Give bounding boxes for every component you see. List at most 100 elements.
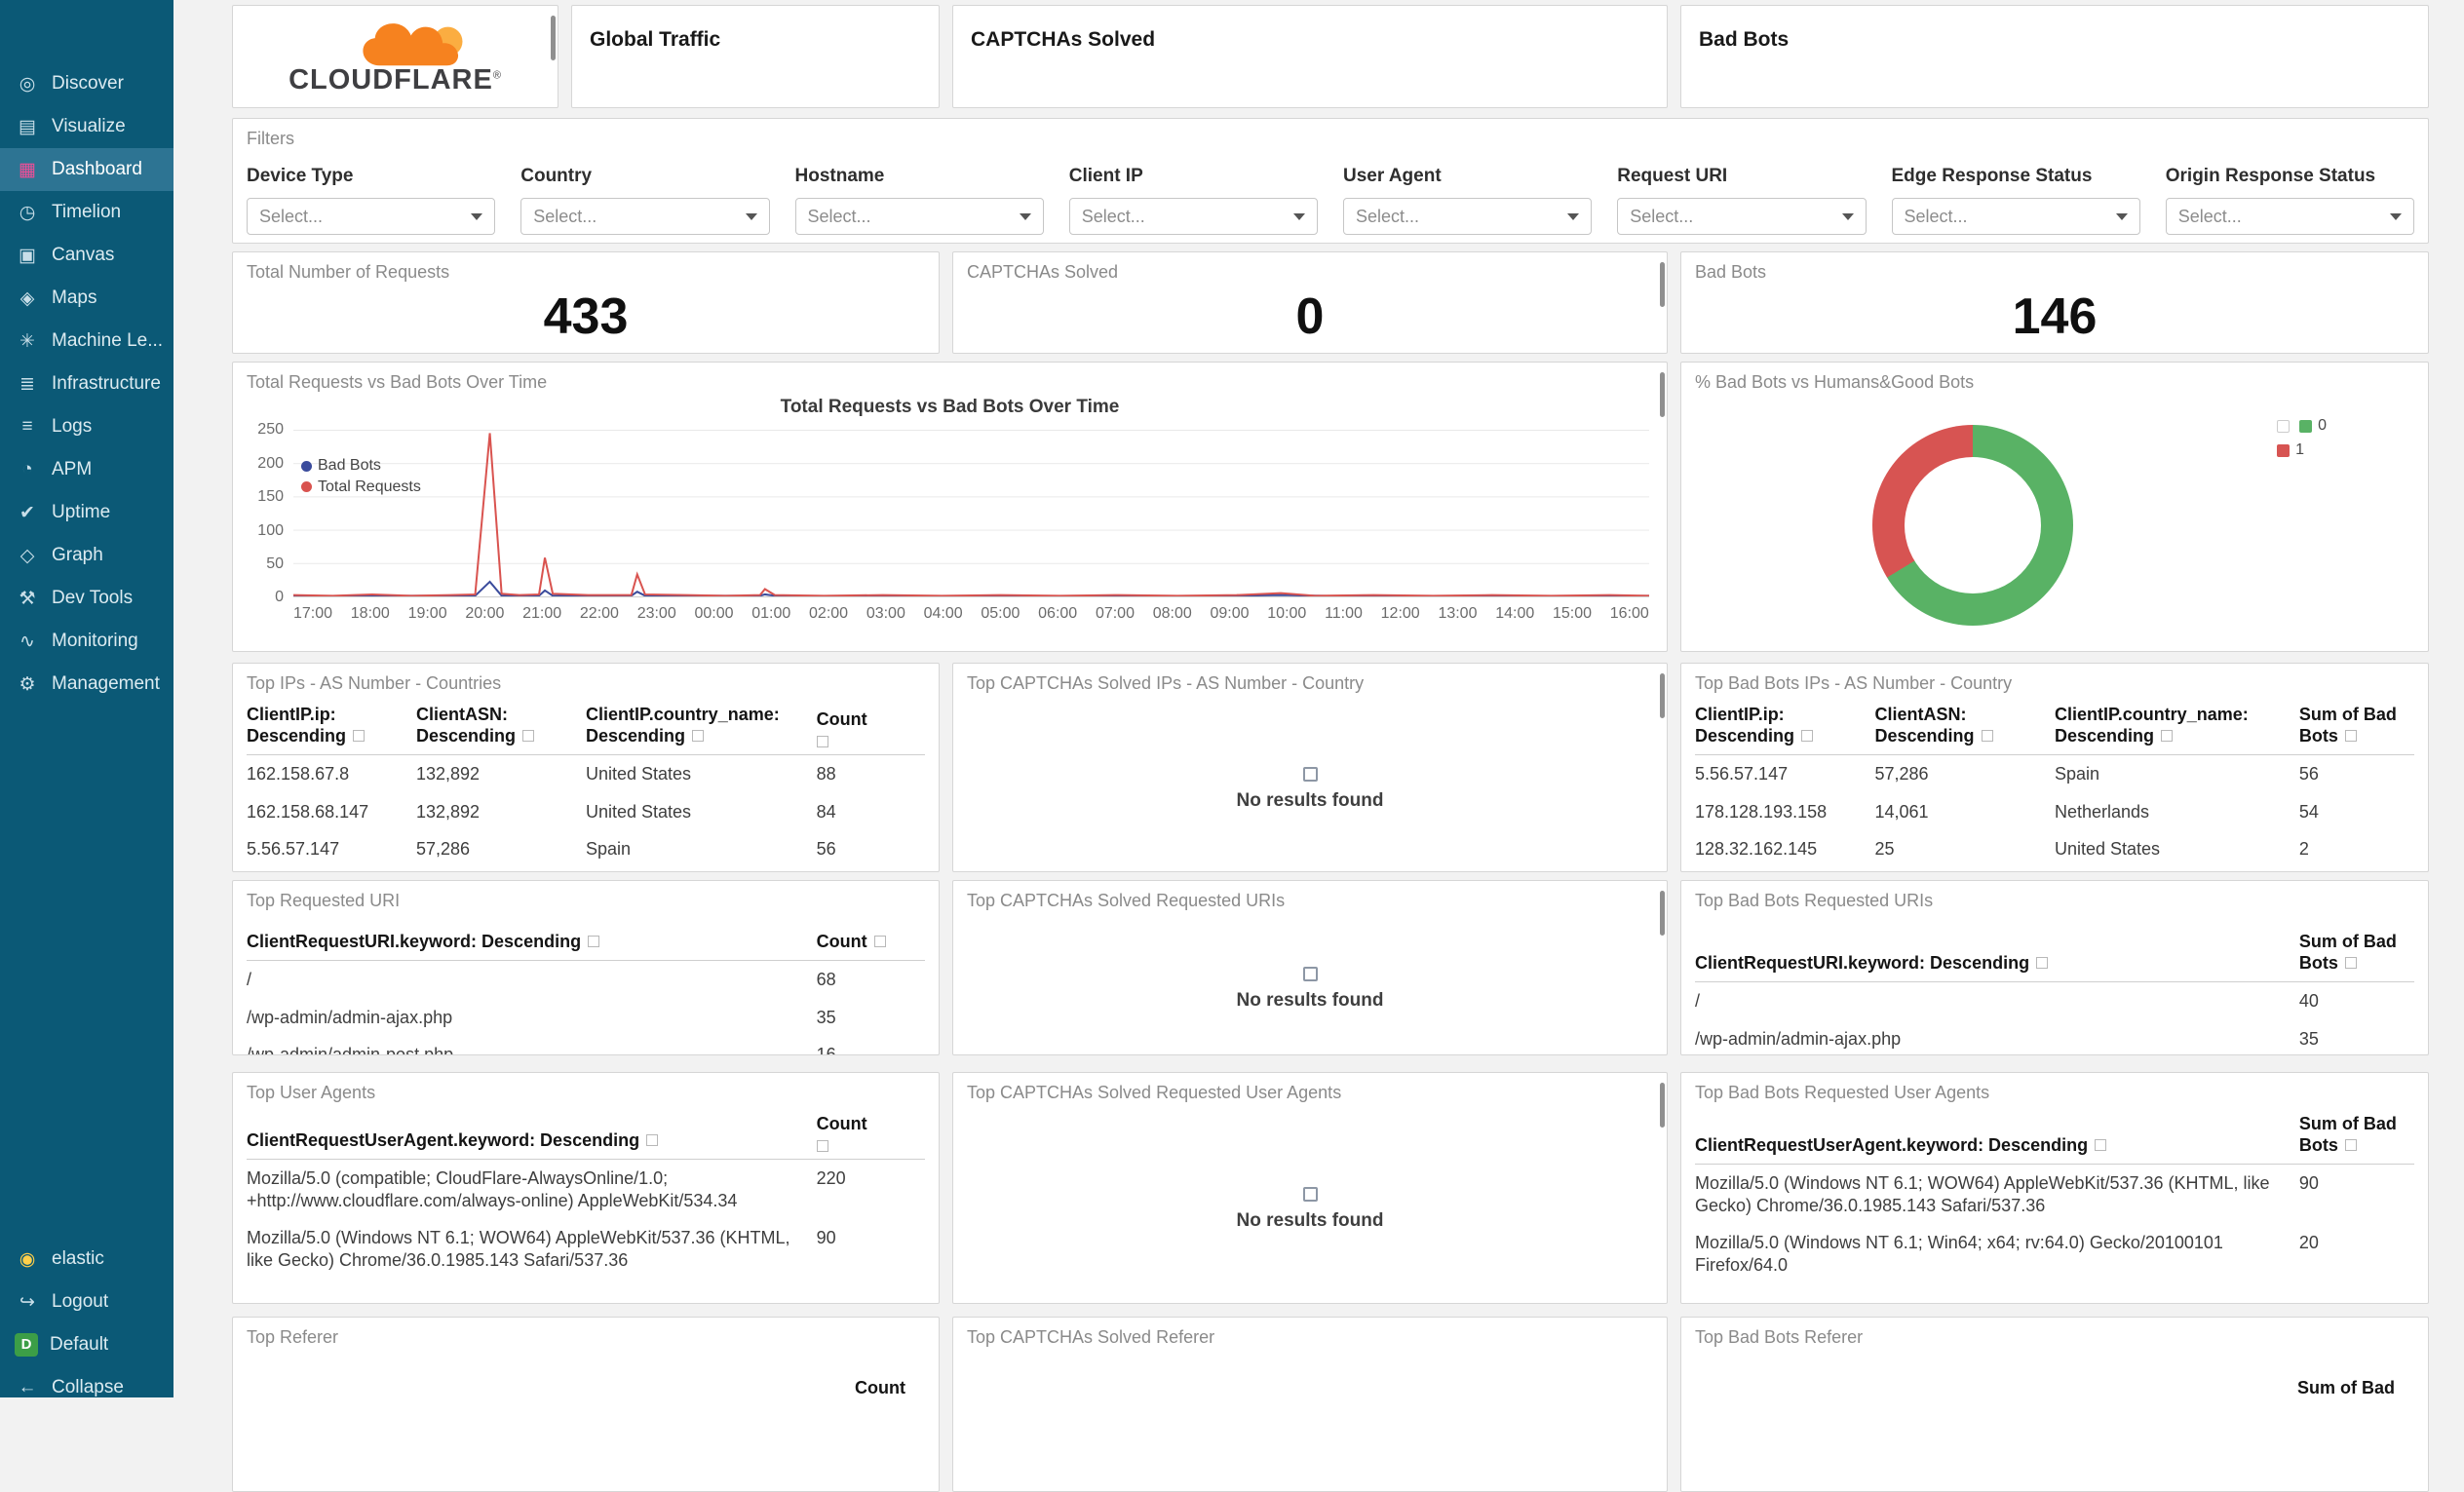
filters-grid: Device Type Select... Country Select... Host… (233, 150, 2428, 236)
filter-select-client-ip[interactable]: Select... (1068, 198, 1318, 236)
panel-title: Bad Bots (1695, 262, 1767, 282)
sidebar-item-infrastructure[interactable]: ≣ Infrastructure (0, 363, 173, 405)
tables-row-uris: Top Requested URI ClientRequestURI.keywo… (232, 880, 2429, 1055)
sidebar-item-logout[interactable]: ↪ Logout (0, 1281, 173, 1323)
column-header-clientasn-descending[interactable]: ClientASN: Descending (416, 699, 586, 756)
scrollbar-thumb[interactable] (1660, 1083, 1665, 1128)
sidebar-item-discover[interactable]: ◎ Discover (0, 62, 173, 105)
legend-item-total-requests[interactable]: Total Requests (301, 477, 421, 498)
sidebar-item-logs[interactable]: ≡ Logs (0, 405, 173, 448)
scrollbar-thumb[interactable] (1660, 673, 1665, 718)
filter-select-edge-response-status[interactable]: Select... (1891, 198, 2140, 236)
filter-select-request-uri[interactable]: Select... (1617, 198, 1867, 236)
scrollbar-thumb[interactable] (551, 16, 556, 60)
sidebar-item-visualize[interactable]: ▤ Visualize (0, 105, 173, 148)
column-header-clientip-ip-descending[interactable]: ClientIP.ip: Descending (247, 699, 416, 756)
panel-title: Top Bad Bots Referer (1695, 1327, 1864, 1347)
sort-icon[interactable] (1801, 730, 1814, 743)
scrollbar-thumb[interactable] (1660, 891, 1665, 936)
sort-icon[interactable] (2344, 957, 2357, 970)
filter-select-device-type[interactable]: Select... (247, 198, 496, 236)
sort-icon[interactable] (646, 1134, 659, 1147)
sidebar-item-timelion[interactable]: ◷ Timelion (0, 191, 173, 234)
chevron-down-icon (745, 212, 757, 220)
column-header-sum-of-bad-bots[interactable]: Sum of Bad Bots (2298, 699, 2414, 756)
tables-row-ips: Top IPs - AS Number - Countries ClientIP… (232, 663, 2429, 872)
column-header-clientasn-descending[interactable]: ClientASN: Descending (1874, 699, 2055, 756)
column-header-clientrequesturi-keyword-descending[interactable]: ClientRequestURI.keyword: Descending (1695, 926, 2299, 983)
table-cell: Mozilla/5.0 (Windows NT 6.1; WOW64) Appl… (1695, 1173, 2270, 1215)
column-header-sum-of-bad-bots[interactable]: Sum of Bad Bots (2298, 1108, 2414, 1166)
table-cell: 56 (2298, 764, 2319, 784)
top-bad-bot-user-agents-table: ClientRequestUserAgent.keyword: Descendi… (1695, 1108, 2414, 1283)
sidebar-item-label: Collapse (52, 1377, 124, 1397)
chart-legend: Bad Bots Total Requests (301, 455, 421, 497)
tables-row-user-agents: Top User Agents ClientRequestUserAgent.k… (232, 1072, 2429, 1304)
sidebar-item-label: APM (52, 459, 93, 479)
donut-legend-item-0[interactable]: 0 (2277, 417, 2327, 435)
column-header-sum-of-bad-bots[interactable]: Sum of Bad Bots (2298, 926, 2414, 983)
scrollbar-thumb[interactable] (1660, 372, 1665, 417)
sort-icon[interactable] (2036, 957, 2049, 970)
sidebar-item-machine-le[interactable]: ✳ Machine Le... (0, 320, 173, 363)
column-header-clientrequesturi-keyword-descending[interactable]: ClientRequestURI.keyword: Descending (247, 926, 817, 962)
sidebar-item-dashboard[interactable]: ▦ Dashboard (0, 148, 173, 191)
sidebar-item-maps[interactable]: ◈ Maps (0, 277, 173, 320)
sidebar-item-graph[interactable]: ◇ Graph (0, 534, 173, 577)
sidebar-item-label: Canvas (52, 245, 115, 265)
sort-icon[interactable] (692, 730, 705, 743)
sort-icon[interactable] (2095, 1139, 2107, 1152)
column-header-count[interactable]: Count (816, 1108, 925, 1161)
sidebar-item-collapse[interactable]: ← Collapse (0, 1366, 173, 1409)
sidebar-item-monitoring[interactable]: ∿ Monitoring (0, 620, 173, 663)
sidebar-item-elastic[interactable]: ◉ elastic (0, 1238, 173, 1281)
donut-chart[interactable] (1872, 425, 2073, 626)
sort-icon[interactable] (2161, 730, 2174, 743)
column-header-clientip-country-name-descending[interactable]: ClientIP.country_name: Descending (2055, 699, 2299, 756)
x-tick-label: 08:00 (1152, 605, 1192, 623)
sort-icon[interactable] (816, 1140, 828, 1153)
sidebar-item-apm[interactable]: ◔ APM (0, 448, 173, 491)
sort-icon[interactable] (2344, 730, 2357, 743)
legend-item-bad-bots[interactable]: Bad Bots (301, 455, 421, 477)
x-tick-label: 18:00 (350, 605, 390, 623)
panel-top-ips: Top IPs - AS Number - Countries ClientIP… (232, 663, 940, 872)
sort-icon[interactable] (1981, 730, 1993, 743)
donut-legend-item-1[interactable]: 1 (2277, 441, 2327, 459)
column-header-clientip-country-name-descending[interactable]: ClientIP.country_name: Descending (586, 699, 817, 756)
filter-select-origin-response-status[interactable]: Select... (2165, 198, 2414, 236)
scrollbar-thumb[interactable] (1660, 262, 1665, 307)
table-row: 178.128.193.158 14,061 Netherlands 54 (1695, 793, 2414, 831)
table-cell: 57,286 (1874, 764, 1929, 784)
graph-icon: ◇ (19, 545, 35, 566)
table-cell: 90 (2298, 1173, 2319, 1194)
column-header-count[interactable]: Count (816, 926, 925, 962)
sidebar-item-management[interactable]: ⚙ Management (0, 663, 173, 706)
column-header-count[interactable]: Count (816, 699, 925, 756)
column-header-clientrequestuseragent-keyword-descending[interactable]: ClientRequestUserAgent.keyword: Descendi… (247, 1108, 817, 1161)
panel-top-captcha-user-agents: Top CAPTCHAs Solved Requested User Agent… (952, 1072, 1668, 1304)
sidebar-item-label: Infrastructure (52, 373, 161, 394)
legend-label: Total Requests (318, 478, 421, 495)
filter-select-hostname[interactable]: Select... (794, 198, 1044, 236)
column-header-sum-of-bad[interactable]: Sum of Bad (2297, 1378, 2395, 1398)
sort-icon[interactable] (2344, 1139, 2357, 1152)
sidebar-item-uptime[interactable]: ✔ Uptime (0, 491, 173, 534)
sidebar-item-canvas[interactable]: ▣ Canvas (0, 234, 173, 277)
sort-icon[interactable] (353, 730, 366, 743)
panel-title: Total Number of Requests (247, 262, 450, 282)
column-header-clientrequestuseragent-keyword-descending[interactable]: ClientRequestUserAgent.keyword: Descendi… (1695, 1108, 2299, 1166)
table-cell: 5.56.57.147 (247, 839, 340, 860)
sort-icon[interactable] (873, 936, 886, 948)
filter-select-user-agent[interactable]: Select... (1343, 198, 1593, 236)
sidebar-item-default[interactable]: D Default (0, 1323, 173, 1366)
table-cell: United States (586, 764, 692, 784)
panel-title: Top IPs - AS Number - Countries (247, 673, 502, 693)
sort-icon[interactable] (522, 730, 535, 743)
sidebar-item-dev-tools[interactable]: ⚒ Dev Tools (0, 577, 173, 620)
column-header-clientip-ip-descending[interactable]: ClientIP.ip: Descending (1695, 699, 1875, 756)
sort-icon[interactable] (588, 936, 600, 948)
filter-select-country[interactable]: Select... (520, 198, 770, 236)
sort-icon[interactable] (816, 736, 828, 748)
column-header-count[interactable]: Count (855, 1378, 905, 1398)
